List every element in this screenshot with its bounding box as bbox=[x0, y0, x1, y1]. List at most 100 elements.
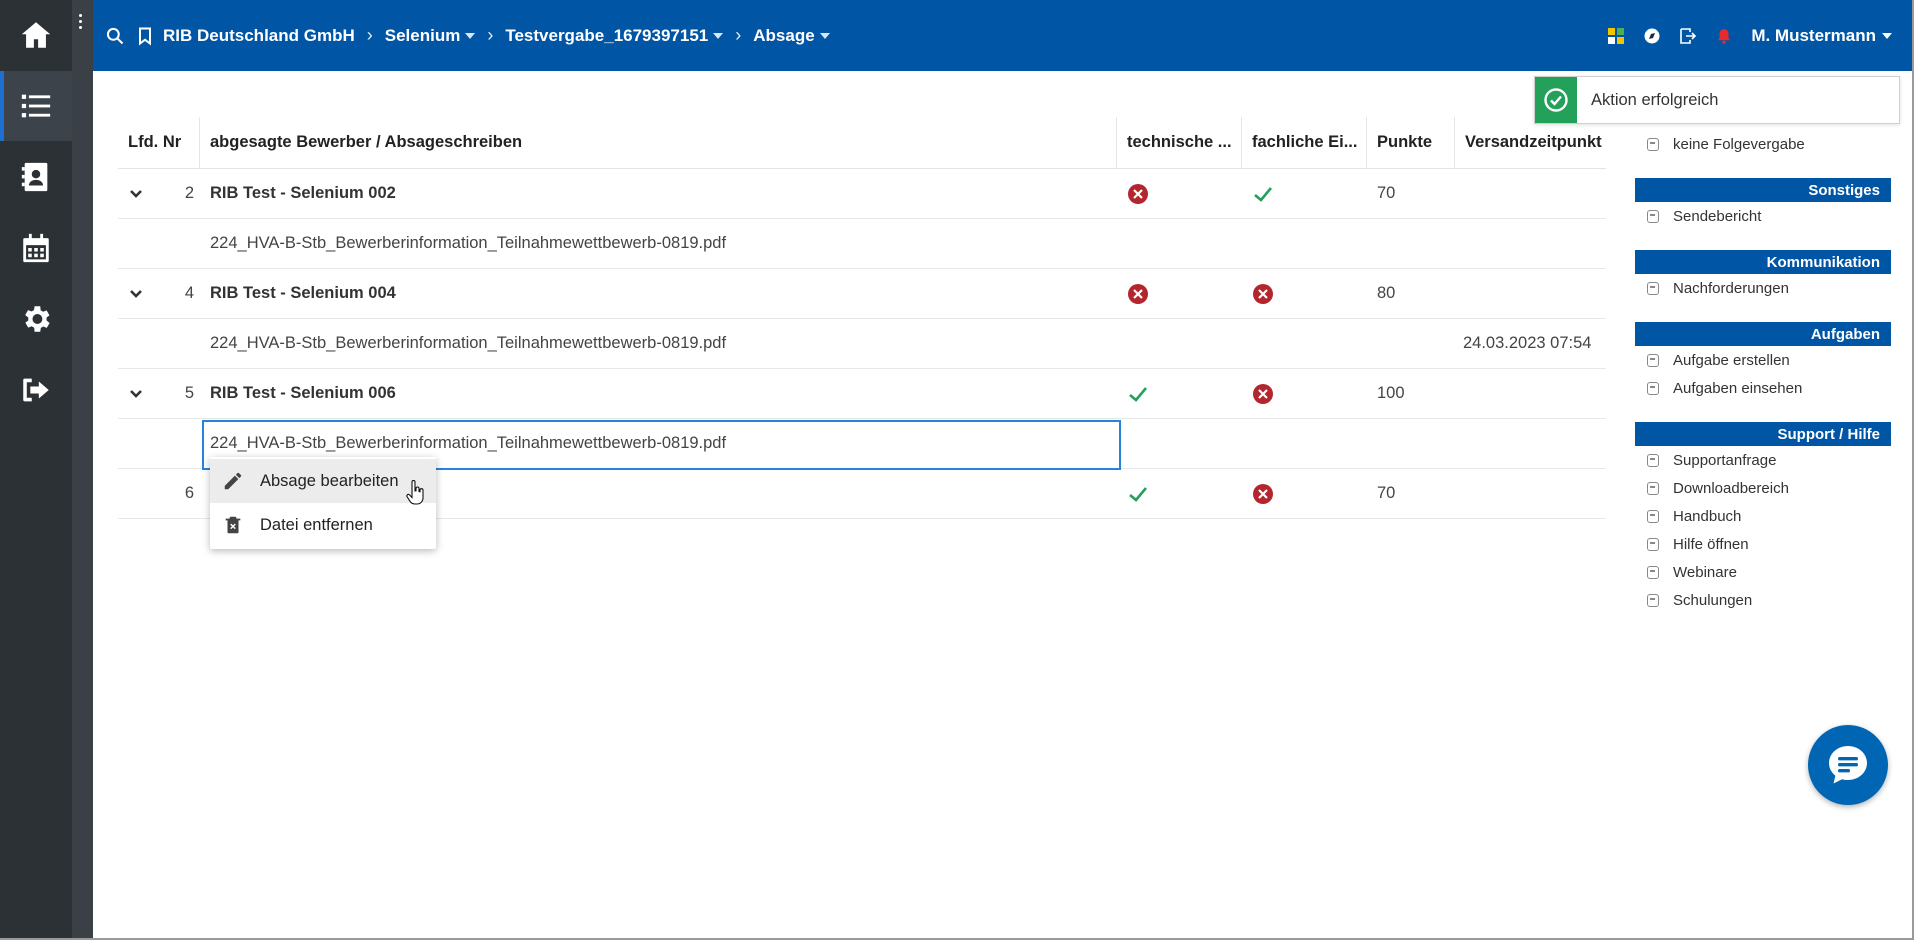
chat-button[interactable] bbox=[1808, 725, 1888, 805]
menu-item-remove-file[interactable]: Datei entfernen bbox=[210, 503, 436, 547]
rail-collapse-strip[interactable] bbox=[72, 0, 93, 938]
breadcrumb: RIB Deutschland GmbH › Selenium › Testve… bbox=[163, 25, 830, 46]
error-circle-icon bbox=[1253, 383, 1273, 404]
check-circle-icon bbox=[1544, 88, 1568, 112]
document-icon bbox=[1647, 381, 1659, 395]
document-icon bbox=[1647, 481, 1659, 495]
breadcrumb-page[interactable]: Absage bbox=[753, 25, 830, 46]
link-supportanfrage[interactable]: Supportanfrage bbox=[1635, 446, 1891, 474]
toast-message: Aktion erfolgreich bbox=[1591, 90, 1719, 109]
table-row[interactable]: 224_HVA-B-Stb_Bewerberinformation_Teilna… bbox=[118, 319, 1606, 369]
link-hilfe-oeffnen[interactable]: Hilfe öffnen bbox=[1635, 530, 1891, 558]
table-row[interactable]: 224_HVA-B-Stb_Bewerberinformation_Teilna… bbox=[118, 219, 1606, 269]
context-menu: Absage bearbeiten Datei entfernen bbox=[210, 457, 436, 549]
link-label: Hilfe öffnen bbox=[1673, 535, 1749, 553]
document-icon bbox=[1647, 137, 1659, 151]
link-keine-folgevergabe[interactable]: keine Folgevergabe bbox=[1635, 130, 1891, 158]
header-versand[interactable]: Versandzeitpunkt bbox=[1455, 117, 1606, 168]
section-aufgaben: Aufgaben bbox=[1635, 322, 1891, 346]
link-nachforderungen[interactable]: Nachforderungen bbox=[1635, 274, 1891, 302]
applicant-name: RIB Test - Selenium 006 bbox=[210, 384, 396, 402]
breadcrumb-company[interactable]: RIB Deutschland GmbH bbox=[163, 26, 355, 46]
breadcrumb-separator-icon: › bbox=[487, 25, 494, 45]
header-tech[interactable]: technische ... bbox=[1117, 117, 1242, 168]
chevron-down-icon[interactable] bbox=[128, 386, 144, 402]
link-webinare[interactable]: Webinare bbox=[1635, 558, 1891, 586]
compass-icon[interactable] bbox=[1643, 27, 1661, 45]
header-punkte[interactable]: Punkte bbox=[1367, 117, 1455, 168]
link-schulungen[interactable]: Schulungen bbox=[1635, 586, 1891, 614]
document-icon bbox=[1647, 593, 1659, 607]
section-kommunikation: Kommunikation bbox=[1635, 250, 1891, 274]
logout-icon bbox=[23, 378, 49, 402]
row-nr: 2 bbox=[184, 184, 194, 202]
points-value: 80 bbox=[1377, 284, 1396, 302]
error-circle-icon bbox=[1128, 183, 1148, 204]
apps-grid-icon[interactable] bbox=[1607, 27, 1625, 45]
link-label: Handbuch bbox=[1673, 507, 1742, 525]
row-nr: 6 bbox=[184, 484, 194, 502]
document-icon bbox=[1647, 453, 1659, 467]
link-label: Downloadbereich bbox=[1673, 479, 1789, 497]
breadcrumb-separator-icon: › bbox=[735, 25, 742, 45]
points-value: 70 bbox=[1377, 184, 1396, 202]
nav-calendar[interactable] bbox=[0, 213, 72, 283]
nav-home[interactable] bbox=[0, 0, 72, 70]
link-sendebericht[interactable]: Sendebericht bbox=[1635, 202, 1891, 230]
caret-down-icon bbox=[465, 32, 476, 39]
breadcrumb-separator-icon: › bbox=[366, 25, 373, 45]
error-circle-icon bbox=[1253, 483, 1273, 504]
list-icon bbox=[21, 94, 51, 118]
nav-contacts[interactable] bbox=[0, 142, 72, 212]
error-circle-icon bbox=[1253, 283, 1273, 304]
caret-down-icon bbox=[1882, 32, 1892, 39]
link-handbuch[interactable]: Handbuch bbox=[1635, 502, 1891, 530]
error-circle-icon bbox=[1128, 283, 1148, 304]
link-label: Schulungen bbox=[1673, 591, 1753, 609]
header-fach[interactable]: fachliche Ei... bbox=[1242, 117, 1367, 168]
link-aufgabe-erstellen[interactable]: Aufgabe erstellen bbox=[1635, 346, 1891, 374]
table-row[interactable]: 2 RIB Test - Selenium 002 70 bbox=[118, 169, 1606, 219]
link-aufgaben-einsehen[interactable]: Aufgaben einsehen bbox=[1635, 374, 1891, 402]
checkmark-icon bbox=[1254, 186, 1272, 202]
breadcrumb-procurement[interactable]: Testvergabe_1679397151 bbox=[505, 26, 724, 46]
breadcrumb-label: RIB Deutschland GmbH bbox=[163, 25, 355, 45]
checkmark-icon bbox=[1129, 486, 1147, 502]
user-menu[interactable]: M. Mustermann bbox=[1751, 26, 1892, 46]
bookmark-icon[interactable] bbox=[135, 26, 155, 46]
search-icon[interactable] bbox=[105, 26, 125, 46]
success-toast[interactable]: Aktion erfolgreich bbox=[1534, 76, 1900, 124]
export-icon[interactable] bbox=[1679, 27, 1697, 45]
breadcrumb-label: Absage bbox=[753, 25, 815, 45]
document-link[interactable]: 224_HVA-B-Stb_Bewerberinformation_Teilna… bbox=[210, 234, 726, 253]
document-link[interactable]: 224_HVA-B-Stb_Bewerberinformation_Teilna… bbox=[210, 434, 726, 453]
document-icon bbox=[1647, 537, 1659, 551]
nav-logout[interactable] bbox=[0, 355, 72, 425]
nav-settings[interactable] bbox=[0, 284, 72, 354]
chevron-down-icon[interactable] bbox=[128, 186, 144, 202]
table-row[interactable]: 5 RIB Test - Selenium 006 100 bbox=[118, 369, 1606, 419]
notification-bell-icon[interactable] bbox=[1715, 27, 1733, 45]
menu-item-edit-rejection[interactable]: Absage bearbeiten bbox=[210, 459, 436, 503]
points-value: 100 bbox=[1377, 384, 1405, 402]
link-label: Sendebericht bbox=[1673, 207, 1762, 225]
nav-list[interactable] bbox=[0, 71, 72, 141]
document-icon bbox=[1647, 509, 1659, 523]
home-icon bbox=[21, 22, 51, 48]
document-link[interactable]: 224_HVA-B-Stb_Bewerberinformation_Teilna… bbox=[210, 334, 726, 353]
applicant-name: RIB Test - Selenium 002 bbox=[210, 184, 396, 202]
more-vert-icon[interactable] bbox=[79, 14, 85, 29]
header-name[interactable]: abgesagte Bewerber / Absageschreiben bbox=[200, 117, 1117, 168]
breadcrumb-project[interactable]: Selenium bbox=[385, 26, 476, 46]
caret-down-icon bbox=[819, 32, 830, 39]
send-timestamp: 24.03.2023 07:54 bbox=[1463, 334, 1592, 352]
table-row[interactable]: 4 RIB Test - Selenium 004 80 bbox=[118, 269, 1606, 319]
hand-cursor-icon bbox=[406, 480, 424, 505]
link-label: keine Folgevergabe bbox=[1673, 135, 1805, 153]
checkmark-icon bbox=[1129, 386, 1147, 402]
settings-icon bbox=[25, 306, 50, 332]
menu-item-label: Absage bearbeiten bbox=[260, 471, 399, 490]
link-downloadbereich[interactable]: Downloadbereich bbox=[1635, 474, 1891, 502]
header-nr[interactable]: Lfd. Nr bbox=[118, 117, 200, 168]
chevron-down-icon[interactable] bbox=[128, 286, 144, 302]
